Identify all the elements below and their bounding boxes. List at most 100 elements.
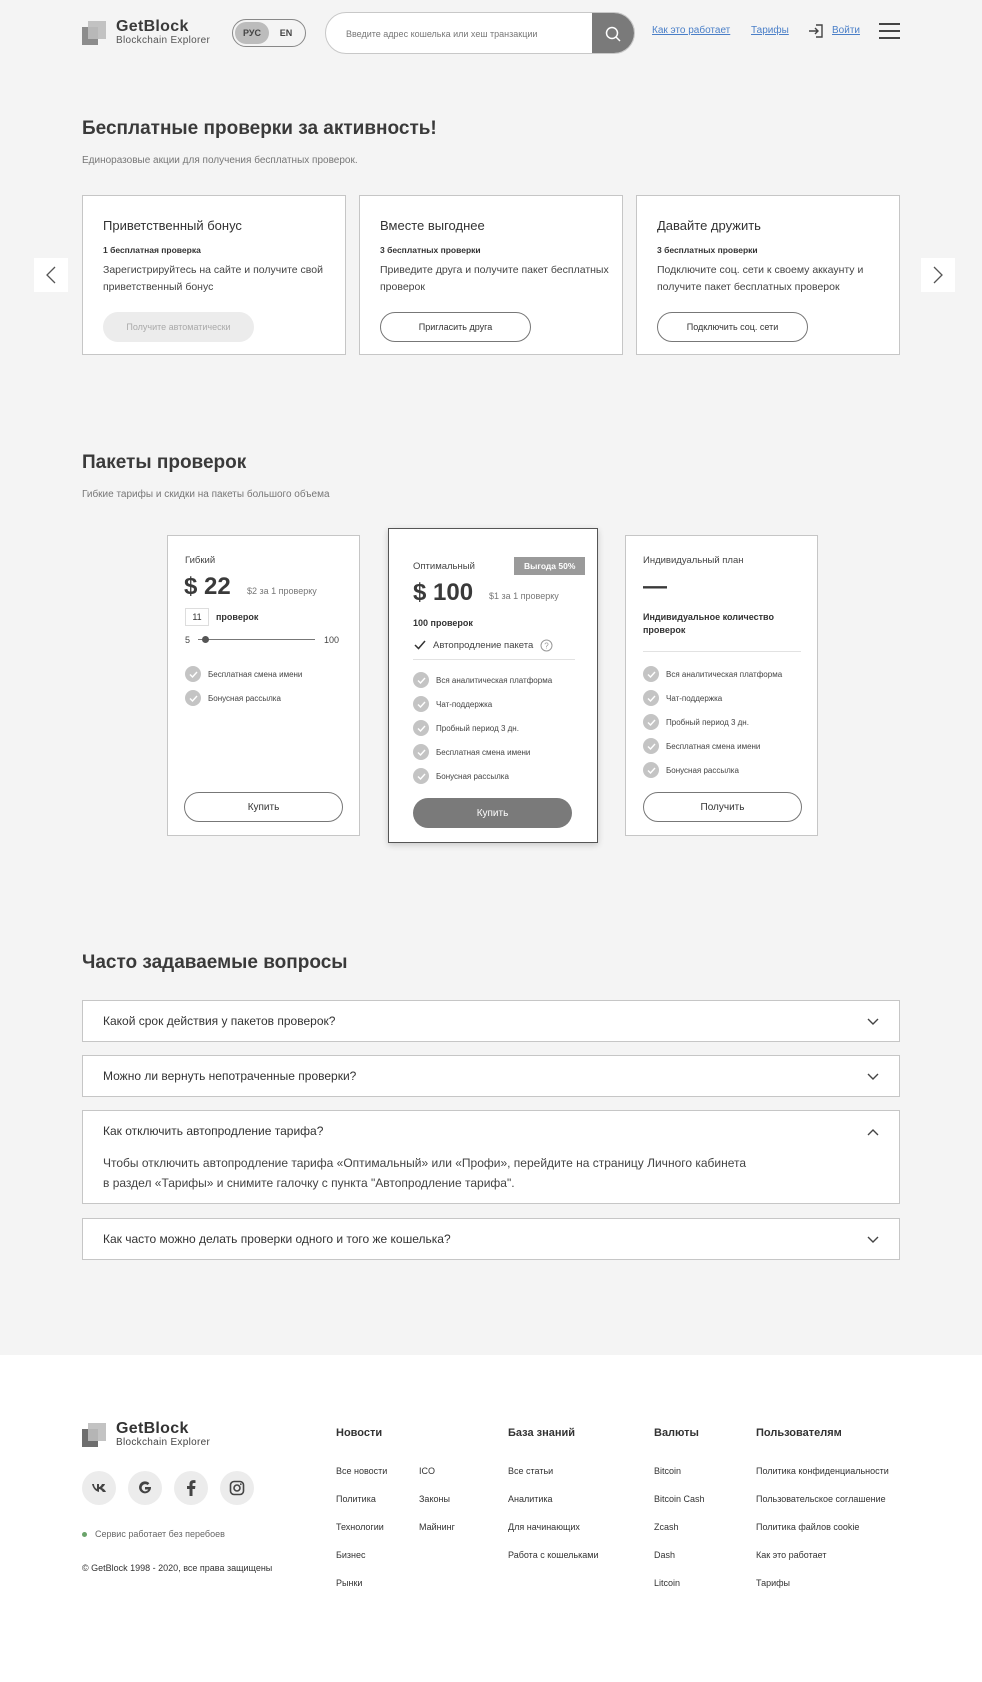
plan-feature-label: Пробный период 3 дн. (436, 723, 519, 733)
footer-link[interactable]: ICO (419, 1466, 435, 1476)
plan-feature: Бонусная рассылка (413, 768, 509, 784)
plan-feature: Чат-поддержка (643, 690, 722, 706)
instagram-icon[interactable] (220, 1471, 254, 1505)
google-icon[interactable] (128, 1471, 162, 1505)
plan-feature-label: Чат-поддержка (666, 693, 723, 703)
footer-news-heading[interactable]: Новости (336, 1427, 382, 1439)
checkbox-checked-icon[interactable] (413, 638, 427, 652)
faq-item[interactable]: Какой срок действия у пакетов проверок? (82, 1000, 900, 1042)
footer-link[interactable]: Все статьи (508, 1466, 553, 1476)
footer-link[interactable]: Litcoin (654, 1578, 680, 1588)
chevron-up-icon[interactable] (867, 1128, 879, 1136)
logo-icon (82, 1422, 106, 1447)
check-icon (413, 696, 429, 712)
faq-item[interactable]: Как часто можно делать проверки одного и… (82, 1218, 900, 1260)
plan-feature-label: Вся аналитическая платформа (666, 669, 783, 679)
footer-link[interactable]: Bitcoin (654, 1466, 681, 1476)
footer-logo[interactable]: GetBlock Blockchain Explorer (82, 1420, 210, 1449)
buy-flexible-button[interactable]: Купить (184, 792, 343, 822)
search-input[interactable] (346, 25, 576, 43)
footer-link[interactable]: Как это работает (756, 1550, 826, 1560)
nav-how-it-works-link[interactable]: Как это работает (652, 25, 730, 36)
help-icon[interactable]: ? (540, 639, 553, 652)
facebook-icon[interactable] (174, 1471, 208, 1505)
footer-link[interactable]: Политика конфиденциальности (756, 1466, 889, 1476)
footer-users-heading[interactable]: Пользователям (756, 1427, 842, 1439)
logo[interactable]: GetBlock Blockchain Explorer (82, 18, 210, 47)
footer-link[interactable]: Рынки (336, 1578, 362, 1588)
lang-ru-button[interactable]: РУС (235, 22, 269, 44)
chevron-down-icon[interactable] (867, 1236, 879, 1244)
faq-question[interactable]: Какой срок действия у пакетов проверок? (103, 1014, 335, 1028)
footer-link[interactable]: Технологии (336, 1522, 384, 1532)
footer-link[interactable]: Бизнес (336, 1550, 366, 1560)
hamburger-menu-icon[interactable] (879, 23, 900, 39)
check-icon (643, 714, 659, 730)
footer-link[interactable]: Все новости (336, 1466, 387, 1476)
quantity-label: проверок (216, 612, 259, 622)
faq-question[interactable]: Как часто можно делать проверки одного и… (103, 1232, 451, 1246)
check-icon (413, 768, 429, 784)
quantity-slider-handle[interactable] (202, 636, 210, 643)
login-icon[interactable] (808, 23, 824, 39)
nav-tariffs-link[interactable]: Тарифы (751, 25, 789, 36)
pricing-subtitle: Гибкие тарифы и скидки на пакеты большог… (82, 489, 330, 500)
plan-card-optimal: Оптимальный Выгода 50% $ 100 $1 за 1 про… (388, 528, 598, 843)
footer-link[interactable]: Политика файлов cookie (756, 1522, 859, 1532)
plan-price-per-check: $1 за 1 проверку (489, 591, 559, 601)
faq-question[interactable]: Можно ли вернуть непотраченные проверки? (103, 1069, 356, 1083)
get-automatically-button: Получите автоматически (103, 312, 254, 342)
faq-item[interactable]: Можно ли вернуть непотраченные проверки? (82, 1055, 900, 1097)
footer-link[interactable]: Законы (419, 1494, 450, 1504)
plan-feature-label: Пробный период 3 дн. (666, 717, 749, 727)
plan-feature: Бесплатная смена имени (185, 666, 302, 682)
footer-link[interactable]: Bitcoin Cash (654, 1494, 705, 1504)
footer-link[interactable]: Политика (336, 1494, 376, 1504)
plan-check-count: 100 проверок (413, 618, 473, 628)
auto-renew-label: Автопродление пакета (433, 639, 534, 651)
check-icon (643, 762, 659, 778)
check-icon (643, 738, 659, 754)
plan-feature: Чат-поддержка (413, 696, 492, 712)
lang-en-button[interactable]: EN (269, 22, 303, 44)
footer-link[interactable]: Для начинающих (508, 1522, 580, 1532)
footer-link[interactable]: Zcash (654, 1522, 679, 1532)
plan-name: Гибкий (185, 555, 216, 566)
carousel-prev-button[interactable] (34, 258, 68, 292)
check-icon (185, 690, 201, 706)
plan-feature-label: Вся аналитическая платформа (436, 675, 553, 685)
discount-badge: Выгода 50% (514, 557, 586, 575)
search-button[interactable] (592, 13, 634, 53)
faq-item-expanded[interactable]: Как отключить автопродление тарифа? Чтоб… (82, 1110, 900, 1204)
footer-link[interactable]: Майнинг (419, 1522, 455, 1532)
chevron-down-icon[interactable] (867, 1073, 879, 1081)
carousel-next-button[interactable] (921, 258, 955, 292)
logo-icon (82, 20, 106, 45)
footer-knowledge-heading[interactable]: База знаний (508, 1427, 575, 1439)
promo-card-description: Приведите друга и получите пакет бесплат… (380, 264, 609, 293)
footer-link[interactable]: Аналитика (508, 1494, 553, 1504)
footer-link[interactable]: Работа с кошельками (508, 1550, 598, 1560)
logo-subtitle: Blockchain Explorer (116, 35, 211, 46)
promo-card-count: 1 бесплатная проверка (103, 245, 201, 255)
pricing-title: Пакеты проверок (82, 452, 247, 473)
footer-currencies-heading[interactable]: Валюты (654, 1427, 699, 1439)
footer-link[interactable]: Тарифы (756, 1578, 790, 1588)
slider-max-label: 100 (324, 635, 340, 645)
chevron-down-icon[interactable] (867, 1018, 879, 1026)
connect-social-button[interactable]: Подключить соц. сети (657, 312, 808, 342)
nav-login-link[interactable]: Войти (832, 25, 860, 36)
get-individual-button[interactable]: Получить (643, 792, 802, 822)
footer-link[interactable]: Dash (654, 1550, 675, 1560)
plan-feature: Бонусная рассылка (643, 762, 739, 778)
quantity-input[interactable]: 11 (185, 608, 209, 626)
faq-question[interactable]: Как отключить автопродление тарифа? (103, 1124, 323, 1138)
quantity-slider-track[interactable] (198, 639, 315, 640)
footer-link[interactable]: Пользовательское соглашение (756, 1494, 886, 1504)
invite-friend-button[interactable]: Пригласить друга (380, 312, 531, 342)
vk-icon[interactable] (82, 1471, 116, 1505)
plan-feature: Бесплатная смена имени (413, 744, 530, 760)
buy-optimal-button[interactable]: Купить (413, 798, 572, 828)
plan-feature-label: Бонусная рассылка (436, 771, 509, 781)
auto-renew-option[interactable]: Автопродление пакета ? (413, 638, 553, 652)
